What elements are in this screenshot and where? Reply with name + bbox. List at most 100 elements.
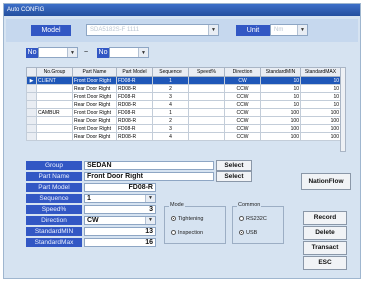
table-cell[interactable]: 100: [260, 108, 301, 117]
table-cell[interactable]: CCW: [224, 100, 261, 109]
table-cell[interactable]: RD08-R: [116, 132, 153, 141]
table-row[interactable]: Rear Door Right RD08-R 2 CCW 10 10: [26, 84, 341, 93]
table-cell[interactable]: [188, 116, 225, 125]
table-cell[interactable]: Front Door Right: [72, 124, 117, 133]
table-cell[interactable]: 3: [152, 124, 189, 133]
table-cell[interactable]: 10: [260, 100, 301, 109]
table-cell[interactable]: [36, 84, 73, 93]
column-header[interactable]: No.Group: [36, 67, 73, 77]
table-cell[interactable]: CCW: [224, 108, 261, 117]
table-cell[interactable]: Rear Door Right: [72, 132, 117, 141]
table-cell[interactable]: ▶: [26, 76, 37, 85]
delete-button[interactable]: Delete: [303, 226, 347, 240]
chevron-down-icon[interactable]: ▼: [138, 48, 148, 57]
partmodel-field[interactable]: FD08-R: [84, 183, 156, 192]
table-cell[interactable]: RD08-R: [116, 84, 153, 93]
table-cell[interactable]: CCW: [224, 116, 261, 125]
table-cell[interactable]: CCW: [224, 124, 261, 133]
column-header[interactable]: Part Name: [72, 67, 117, 77]
column-header[interactable]: StandardMIN: [260, 67, 301, 77]
table-cell[interactable]: RD08-R: [116, 116, 153, 125]
usb-radio[interactable]: USB: [239, 230, 257, 236]
table-cell[interactable]: [36, 124, 73, 133]
table-cell[interactable]: Front Door Right: [72, 92, 117, 101]
table-cell[interactable]: 100: [300, 116, 341, 125]
table-cell[interactable]: Rear Door Right: [72, 84, 117, 93]
table-cell[interactable]: 2: [152, 116, 189, 125]
table-cell[interactable]: [188, 108, 225, 117]
table-cell[interactable]: 1: [152, 108, 189, 117]
table-cell[interactable]: CW: [224, 76, 261, 85]
stdmin-field[interactable]: 13: [84, 227, 156, 236]
inspection-radio[interactable]: Inspection: [171, 230, 203, 236]
table-cell[interactable]: Rear Door Right: [72, 116, 117, 125]
column-header[interactable]: Speed%: [188, 67, 225, 77]
table-cell[interactable]: 100: [300, 132, 341, 141]
table-cell[interactable]: [36, 132, 73, 141]
table-cell[interactable]: [36, 116, 73, 125]
column-header[interactable]: Part Model: [116, 67, 153, 77]
table-cell[interactable]: CCW: [224, 92, 261, 101]
table-row[interactable]: Front Door Right FD08-R 3 CCW 100 100: [26, 124, 341, 133]
table-cell[interactable]: 2: [152, 84, 189, 93]
table-cell[interactable]: Front Door Right: [72, 76, 117, 85]
table-cell[interactable]: 4: [152, 132, 189, 141]
table-row[interactable]: ▶ CLIENT Front Door Right FD08-R 1 CW 10 10: [26, 76, 341, 85]
table-cell[interactable]: 10: [300, 92, 341, 101]
table-cell[interactable]: [26, 108, 37, 117]
table-cell[interactable]: [26, 132, 37, 141]
table-cell[interactable]: 100: [260, 132, 301, 141]
chevron-down-icon[interactable]: ▼: [67, 48, 77, 57]
table-cell[interactable]: 3: [152, 92, 189, 101]
no-from-dropdown[interactable]: ▼: [38, 47, 78, 58]
table-cell[interactable]: FD08-R: [116, 124, 153, 133]
column-header[interactable]: StandardMAX: [300, 67, 341, 77]
table-cell[interactable]: 10: [300, 76, 341, 85]
partname-field[interactable]: Front Door Right: [84, 172, 214, 181]
chevron-down-icon[interactable]: ▼: [208, 25, 218, 35]
table-cell[interactable]: 100: [260, 124, 301, 133]
table-cell[interactable]: RD08-R: [116, 100, 153, 109]
table-cell[interactable]: FD08-R: [116, 108, 153, 117]
sequence-dropdown[interactable]: 1 ▼: [84, 194, 156, 203]
table-cell[interactable]: 10: [300, 84, 341, 93]
stdmax-field[interactable]: 16: [84, 238, 156, 247]
table-cell[interactable]: [26, 100, 37, 109]
table-row[interactable]: Rear Door Right RD08-R 4 CCW 100 100: [26, 132, 341, 141]
table-cell[interactable]: [188, 100, 225, 109]
table-cell[interactable]: [26, 116, 37, 125]
table-cell[interactable]: 1: [152, 76, 189, 85]
table-cell[interactable]: 100: [260, 116, 301, 125]
table-cell[interactable]: Front Door Right: [72, 108, 117, 117]
table-cell[interactable]: [188, 84, 225, 93]
tightening-radio[interactable]: Tightening: [171, 216, 203, 222]
table-cell[interactable]: CAMBUR: [36, 108, 73, 117]
data-grid[interactable]: No.Group Part Name Part Model Sequence S…: [26, 67, 341, 141]
direction-dropdown[interactable]: CW ▼: [84, 216, 156, 225]
rs232c-radio[interactable]: RS232C: [239, 216, 267, 222]
table-cell[interactable]: 10: [260, 92, 301, 101]
table-cell[interactable]: 100: [300, 108, 341, 117]
table-cell[interactable]: 4: [152, 100, 189, 109]
group-field[interactable]: SEDAN: [84, 161, 214, 170]
table-cell[interactable]: Rear Door Right: [72, 100, 117, 109]
table-row[interactable]: Front Door Right FD08-R 3 CCW 10 10: [26, 92, 341, 101]
transact-button[interactable]: Transact: [303, 241, 347, 255]
table-cell[interactable]: CCW: [224, 84, 261, 93]
table-cell[interactable]: [36, 92, 73, 101]
table-row[interactable]: CAMBUR Front Door Right FD08-R 1 CCW 100 100: [26, 108, 341, 117]
column-header[interactable]: Direction: [224, 67, 261, 77]
table-cell[interactable]: [26, 92, 37, 101]
chevron-down-icon[interactable]: ▼: [297, 25, 307, 35]
column-header[interactable]: [26, 67, 37, 77]
unit-dropdown[interactable]: Nm ▼: [270, 24, 308, 36]
table-cell[interactable]: 10: [260, 76, 301, 85]
table-row[interactable]: Rear Door Right RD08-R 4 CCW 10 10: [26, 100, 341, 109]
column-header[interactable]: Sequence: [152, 67, 189, 77]
speed-field[interactable]: 3: [84, 205, 156, 214]
table-cell[interactable]: FD08-R: [116, 76, 153, 85]
nationflow-button[interactable]: NationFlow: [301, 173, 351, 190]
table-cell[interactable]: [188, 132, 225, 141]
select-partname-button[interactable]: Select: [216, 171, 252, 182]
table-cell[interactable]: [26, 124, 37, 133]
